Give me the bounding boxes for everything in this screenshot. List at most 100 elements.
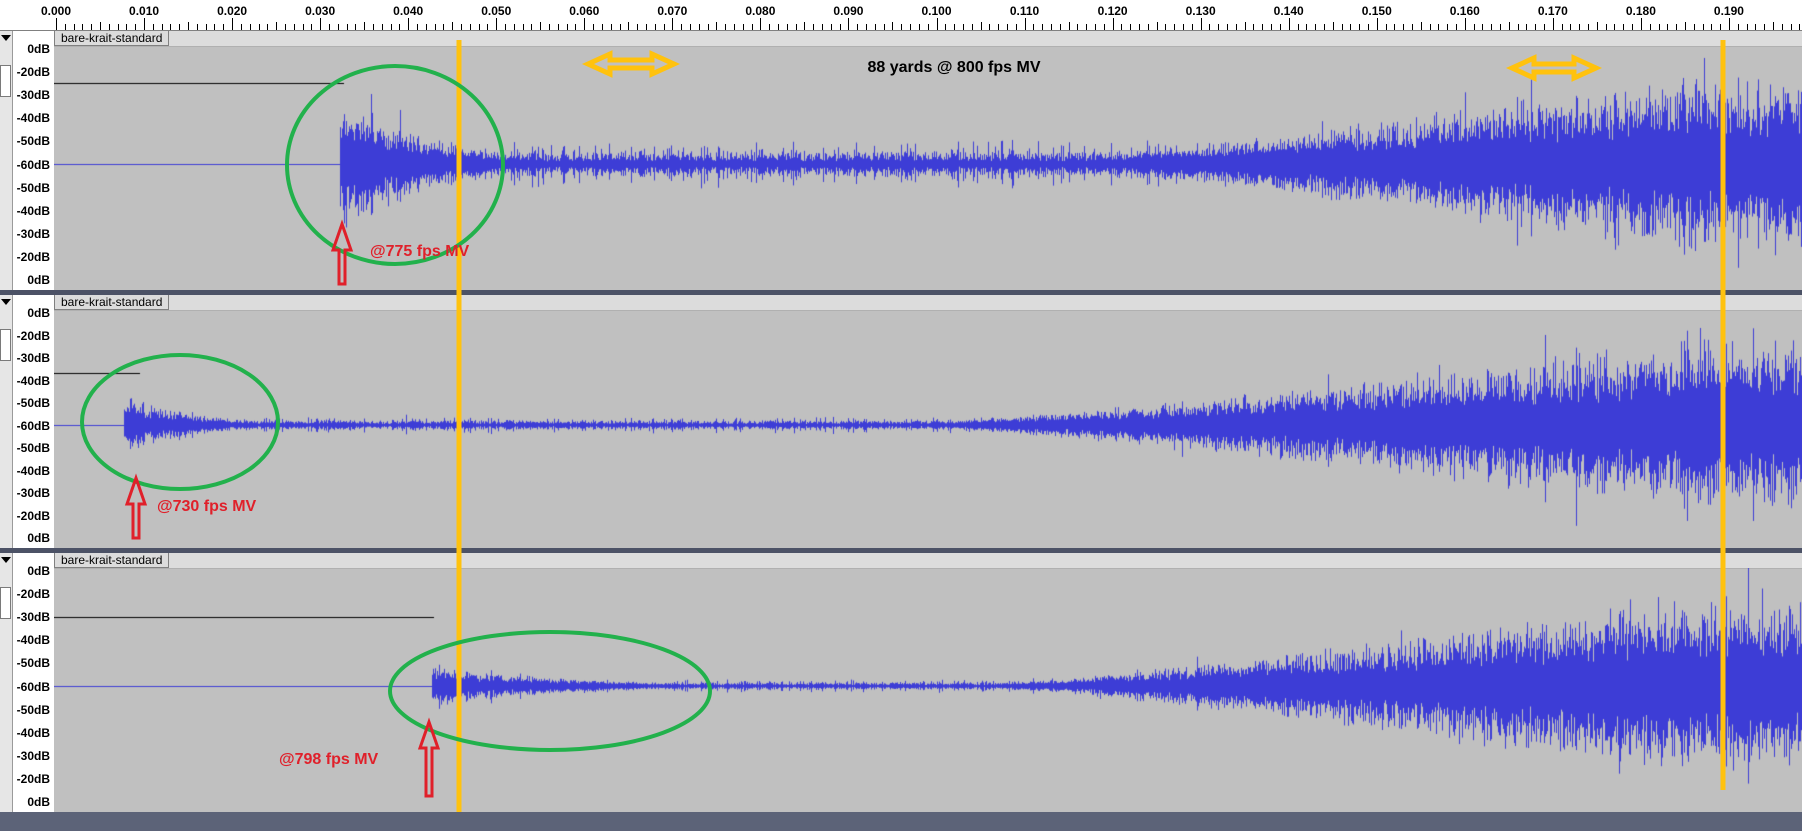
ruler-minor-tick [822,24,824,30]
ruler-tick-label: 0.080 [745,4,776,18]
ruler-minor-tick [1059,24,1061,30]
ruler-minor-tick [1218,24,1220,30]
ruler-minor-tick [892,22,894,30]
ruler-minor-tick [1570,24,1572,30]
db-scale-label: -20dB [16,508,50,523]
ruler-minor-tick [1130,24,1132,30]
ruler-tick-label: 0.070 [657,4,688,18]
ruler-minor-tick [1455,24,1457,30]
db-scale-label: -30dB [16,351,50,365]
ruler-tick-label: 0.000 [40,4,72,18]
track-control-panel[interactable] [0,295,13,548]
ruler-minor-tick [1517,24,1519,30]
ruler-minor-tick [866,24,868,30]
ruler-minor-tick [1799,24,1801,30]
ruler-minor-tick [1297,24,1299,30]
ruler-minor-tick [1139,24,1140,30]
track-menu-arrow-icon[interactable] [1,557,11,563]
ruler-minor-tick [1411,24,1413,30]
track-control-panel[interactable] [0,553,13,812]
ruler-minor-tick [1500,24,1502,30]
ruler-minor-tick [1367,24,1369,30]
ruler-minor-tick [857,24,859,30]
ruler-major-tick [1200,18,1202,30]
db-scale-label: -60dB [16,157,50,172]
clip-title-bar[interactable]: bare-krait-standard [54,295,1802,311]
ruler-minor-tick [223,24,225,30]
audio-track-2[interactable]: 0dB -20dB -30dB -40dB -50dB -60dB -50dB -40dB -3… [0,295,1802,548]
ruler-tick-label: 0.120 [1097,4,1128,18]
track-control-button[interactable] [0,329,11,361]
ruler-minor-tick [619,24,621,30]
ruler-minor-tick [918,24,920,30]
ruler-minor-tick [1006,24,1008,30]
ruler-minor-tick [883,24,885,30]
ruler-minor-tick [601,24,603,30]
audio-clip[interactable]: bare-krait-standard [54,31,1802,290]
ruler-minor-tick [1156,22,1158,30]
ruler-minor-tick [108,24,110,30]
ruler-minor-tick [425,24,427,30]
ruler-minor-tick [725,24,727,30]
ruler-minor-tick [417,24,418,30]
ruler-major-tick [1024,18,1026,30]
ruler-minor-tick [707,24,709,30]
db-scale-label: -40dB [16,373,50,388]
db-scale-label: 0dB [27,306,50,320]
ruler-minor-tick [1596,22,1598,30]
ruler-minor-tick [91,24,93,30]
ruler-minor-tick [1772,22,1774,30]
ruler-minor-tick [681,24,683,30]
waveform[interactable] [54,568,1802,812]
db-scale-label: -30dB [16,88,50,103]
ruler-minor-tick [689,24,691,30]
ruler-minor-tick [557,24,559,30]
ruler-minor-tick [1403,24,1405,30]
ruler-major-tick [1728,18,1730,30]
ruler-minor-tick [161,24,163,30]
ruler-minor-tick [1658,24,1660,30]
ruler-minor-tick [1702,24,1704,30]
ruler-minor-tick [1781,24,1783,30]
ruler-minor-tick [654,24,656,30]
ruler-minor-tick [1667,24,1669,30]
track-menu-arrow-icon[interactable] [1,35,11,41]
audio-track-1[interactable]: 0dB -20dB -30dB -40dB -50dB -60dB -50dB -40dB -3… [0,31,1802,290]
ruler-major-tick [144,18,146,30]
ruler-minor-tick [1632,24,1634,30]
ruler-minor-tick [1033,24,1035,30]
track-control-button[interactable] [0,65,11,97]
ruler-minor-tick [443,24,445,30]
ruler-minor-tick [267,24,269,30]
ruler-minor-tick [998,24,1000,30]
db-scale-label: -50dB [16,396,50,410]
ruler-major-tick [1640,18,1642,30]
audio-clip[interactable]: bare-krait-standard [54,295,1802,548]
ruler-minor-tick [355,24,357,30]
ruler-minor-tick [1790,24,1792,30]
audio-clip[interactable]: bare-krait-standard [54,553,1802,812]
ruler-major-tick [1464,18,1466,30]
ruler-minor-tick [927,24,929,30]
clip-title-bar[interactable]: bare-krait-standard [54,553,1802,569]
track-control-panel[interactable] [0,31,13,290]
track-menu-arrow-icon[interactable] [1,299,11,305]
db-scale-label: 0dB [27,531,50,545]
clip-title-bar[interactable]: bare-krait-standard [54,31,1802,47]
ruler-minor-tick [716,22,718,30]
ruler-minor-tick [971,24,973,30]
waveform[interactable] [54,310,1802,548]
ruler-minor-tick [1614,24,1616,30]
ruler-minor-tick [989,24,991,30]
ruler-minor-tick [954,24,956,30]
ruler-minor-tick [593,24,595,30]
waveform[interactable] [54,46,1802,290]
ruler-minor-tick [461,24,463,30]
ruler-minor-tick [698,24,700,30]
audio-track-3[interactable]: 0dB -20dB -30dB -40dB -50dB -60dB -50dB -40dB -3… [0,553,1802,812]
ruler-minor-tick [196,24,198,30]
track-control-button[interactable] [0,587,11,619]
ruler-minor-tick [1306,24,1308,30]
timeline-ruler[interactable]: 0.000 0.010 0.020 0.030 0.040 0.050 0.060 0.070… [0,0,1802,31]
ruler-major-tick [848,18,850,30]
